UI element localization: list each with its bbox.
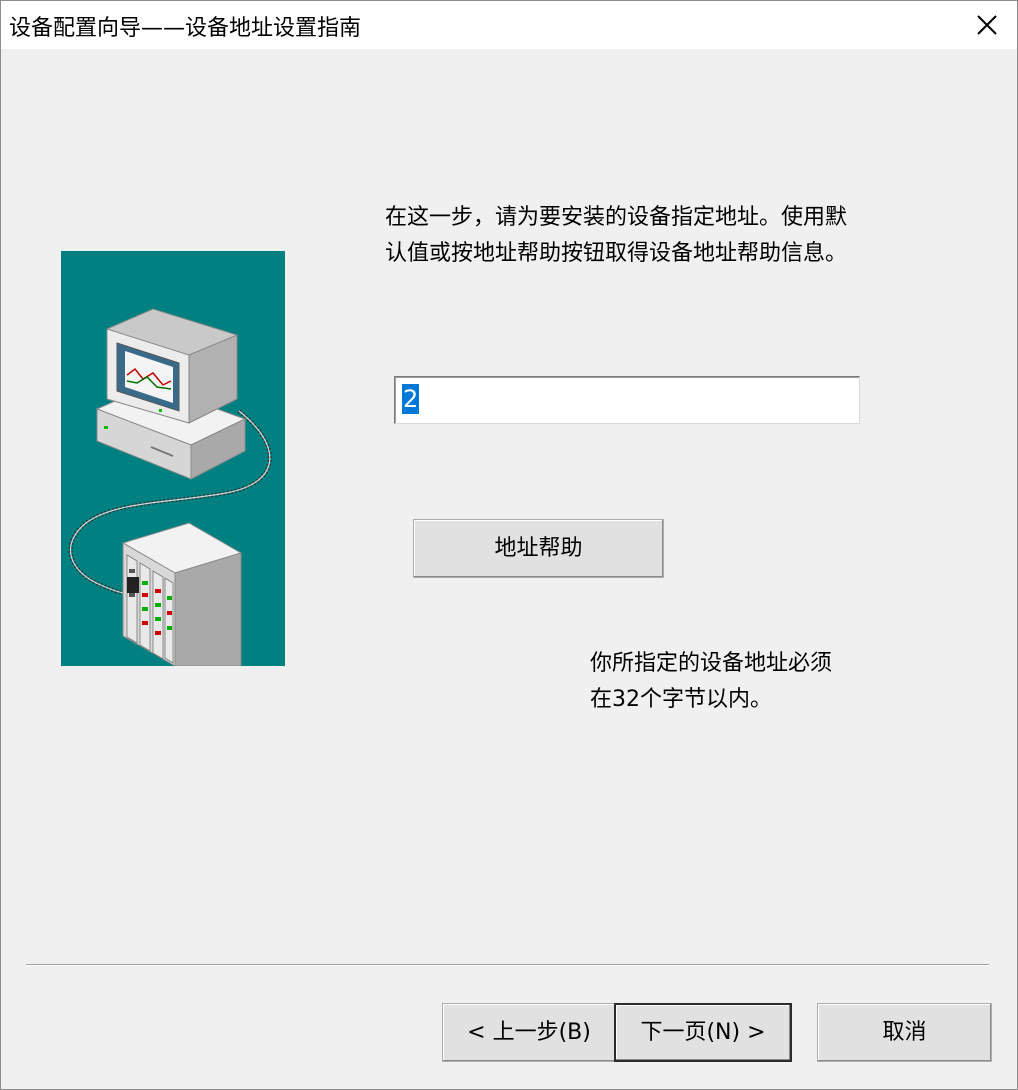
address-hint-line-2: 在32个字节以内。	[590, 687, 772, 712]
window-title: 设备配置向导——设备地址设置指南	[9, 16, 362, 41]
device-config-wizard-window: 设备配置向导——设备地址设置指南 在这一步，请为要安装的设备指定地址。使用默 认…	[0, 0, 1018, 1090]
close-icon	[977, 15, 997, 35]
device-address-input[interactable]: 2	[394, 376, 860, 424]
wizard-illustration	[61, 251, 285, 667]
back-button[interactable]: < 上一步(B)	[442, 1003, 616, 1062]
plc-device-icon	[121, 522, 243, 667]
instructions-text: 在这一步，请为要安装的设备指定地址。使用默 认值或按地址帮助按钮取得设备地址帮助…	[385, 200, 905, 272]
close-button[interactable]	[967, 5, 1007, 45]
computer-icon	[95, 308, 247, 480]
title-bar: 设备配置向导——设备地址设置指南	[1, 1, 1017, 49]
instructions-line-2: 认值或按地址帮助按钮取得设备地址帮助信息。	[385, 241, 848, 266]
next-button[interactable]: 下一页(N) >	[614, 1003, 792, 1062]
footer-divider	[26, 964, 989, 966]
address-help-button[interactable]: 地址帮助	[413, 519, 664, 578]
address-hint: 你所指定的设备地址必须 在32个字节以内。	[590, 646, 910, 718]
instructions-line-1: 在这一步，请为要安装的设备指定地址。使用默	[385, 205, 848, 230]
computer-and-device-illustration	[68, 308, 272, 667]
cancel-button[interactable]: 取消	[817, 1003, 992, 1062]
device-address-value: 2	[402, 384, 420, 414]
address-hint-line-1: 你所指定的设备地址必须	[590, 651, 833, 676]
